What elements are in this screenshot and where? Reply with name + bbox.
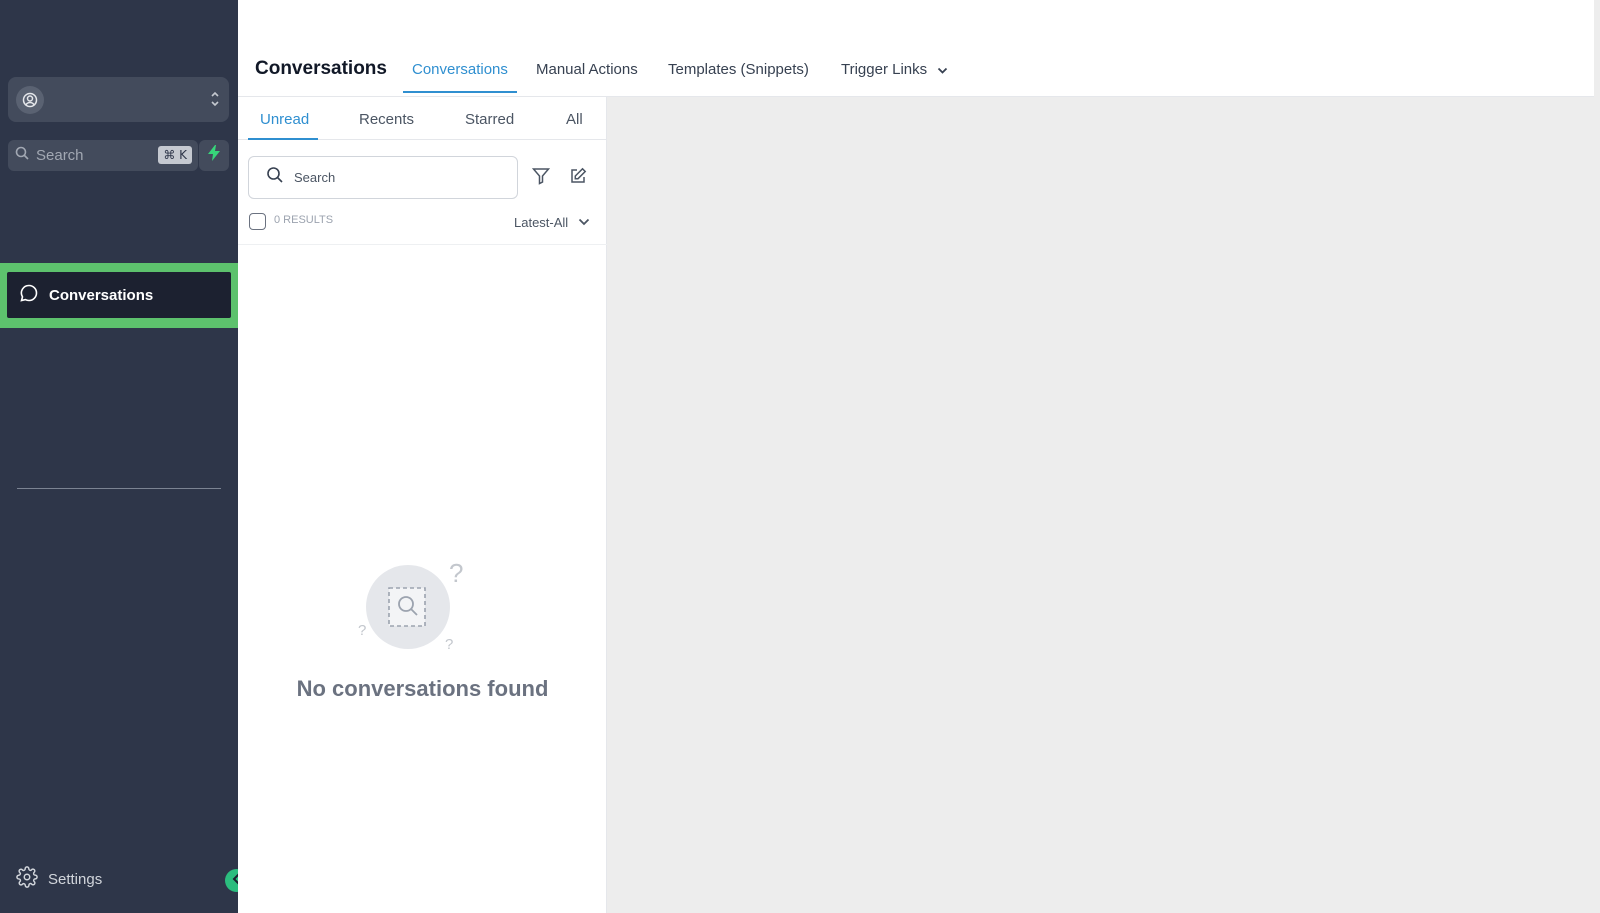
- tab-trigger-links[interactable]: Trigger Links: [841, 61, 948, 79]
- app-root: Search ⌘ K Conversations Settings Conver…: [0, 0, 1600, 913]
- gear-icon: [16, 865, 38, 893]
- settings-label: Settings: [48, 870, 103, 888]
- tab-conversations[interactable]: Conversations: [412, 61, 508, 78]
- account-switcher[interactable]: [8, 77, 229, 122]
- tab-templates-snippets[interactable]: Templates (Snippets): [668, 61, 809, 78]
- sidebar-search[interactable]: Search ⌘ K: [8, 140, 198, 171]
- chevron-down-icon: [578, 213, 590, 231]
- chevron-down-icon: [937, 62, 948, 79]
- sort-dropdown[interactable]: Latest-All: [514, 213, 590, 231]
- filter-button[interactable]: [529, 166, 553, 190]
- tab-starred[interactable]: Starred: [465, 111, 514, 128]
- conversation-search-input[interactable]: Search: [248, 156, 518, 199]
- conversation-list-panel: Unread Recents Starred All Search 0 RESU…: [238, 97, 607, 913]
- quick-action-button[interactable]: [199, 140, 229, 171]
- empty-state-illustration: ? ? ?: [358, 558, 470, 656]
- select-all-checkbox[interactable]: [249, 213, 266, 230]
- search-icon: [15, 146, 29, 165]
- chevron-up-down-icon: [210, 90, 220, 113]
- tab-unread[interactable]: Unread: [260, 111, 309, 128]
- results-count: 0 RESULTS: [274, 214, 334, 226]
- tab-manual-actions[interactable]: Manual Actions: [536, 61, 638, 78]
- svg-text:?: ?: [445, 636, 453, 653]
- sidebar-search-label: Search: [36, 147, 84, 164]
- svg-text:?: ?: [358, 622, 366, 639]
- tab-trigger-links-label: Trigger Links: [841, 61, 928, 78]
- compose-button[interactable]: [566, 166, 590, 190]
- tab-all[interactable]: All: [566, 111, 583, 128]
- chat-bubble-icon: [19, 283, 39, 308]
- tab-recents[interactable]: Recents: [359, 111, 414, 128]
- magnifier-question-icon: ? ? ?: [358, 558, 463, 653]
- sidebar: Search ⌘ K Conversations Settings: [0, 0, 248, 913]
- sidebar-item-settings[interactable]: Settings: [16, 865, 103, 893]
- list-filter-tabs: Unread Recents Starred All: [238, 97, 607, 140]
- empty-state-message: No conversations found: [296, 676, 549, 701]
- search-shortcut-badge: ⌘ K: [158, 146, 192, 164]
- sort-dropdown-value: Latest-All: [514, 214, 569, 230]
- sidebar-item-conversations[interactable]: Conversations: [7, 272, 231, 318]
- page-title: Conversations: [255, 58, 387, 79]
- sidebar-divider: [17, 488, 221, 489]
- list-header-divider: [238, 244, 607, 245]
- window-edge: [1594, 0, 1600, 913]
- svg-text:?: ?: [449, 560, 463, 588]
- top-header: Conversations Conversations Manual Actio…: [238, 0, 1594, 97]
- lightning-icon: [208, 145, 220, 166]
- filter-funnel-icon: [531, 167, 551, 190]
- search-icon: [266, 166, 284, 189]
- active-tab-indicator: [403, 91, 517, 93]
- active-subtab-indicator: [248, 138, 318, 140]
- sidebar-item-label: Conversations: [49, 286, 154, 304]
- compose-edit-icon: [569, 167, 587, 190]
- conversation-search-placeholder: Search: [294, 170, 336, 185]
- location-pin-icon: [16, 85, 44, 114]
